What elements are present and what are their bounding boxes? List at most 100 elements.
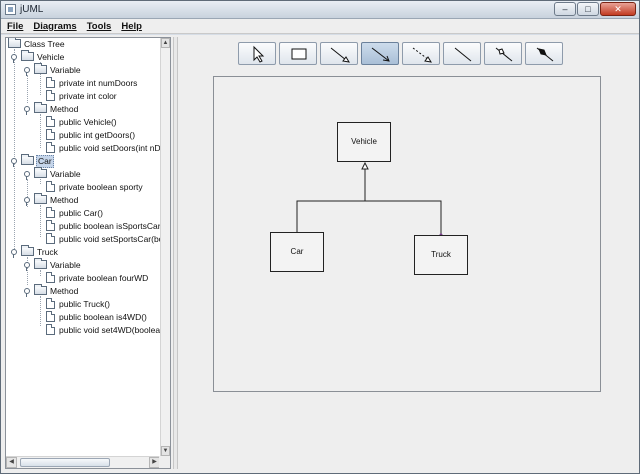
expand-handle-icon[interactable] bbox=[24, 171, 30, 180]
association-tool-button[interactable] bbox=[361, 42, 399, 65]
tree-horizontal-scrollbar[interactable]: ◀ ▶ bbox=[6, 456, 161, 468]
expand-handle-icon[interactable] bbox=[11, 54, 17, 63]
inheritance-tool-button[interactable] bbox=[320, 42, 358, 65]
window-title: jUML bbox=[20, 4, 44, 15]
tree-item[interactable]: public Car() bbox=[46, 207, 104, 220]
class-tool-button[interactable] bbox=[279, 42, 317, 65]
folder-icon bbox=[21, 154, 34, 165]
scroll-corner bbox=[159, 456, 170, 468]
scroll-down-arrow-icon[interactable]: ▼ bbox=[161, 446, 170, 456]
file-icon bbox=[46, 142, 55, 153]
filled-diamond-line-icon bbox=[536, 47, 554, 62]
file-icon bbox=[46, 298, 55, 309]
aggregation-tool-button[interactable] bbox=[484, 42, 522, 65]
rectangle-icon bbox=[291, 48, 307, 60]
expand-handle-icon[interactable] bbox=[24, 288, 30, 297]
close-button[interactable]: ✕ bbox=[600, 2, 636, 16]
dashed-arrow-line-icon bbox=[412, 47, 432, 63]
tree-variable-folder[interactable]: Variable bbox=[34, 167, 82, 181]
tree-line bbox=[40, 114, 41, 148]
file-icon bbox=[46, 311, 55, 322]
minimize-button[interactable]: – bbox=[554, 2, 576, 16]
folder-icon bbox=[34, 63, 47, 74]
line-tool-button[interactable] bbox=[443, 42, 481, 65]
expand-handle-icon[interactable] bbox=[24, 197, 30, 206]
class-tree: Class Tree Vehicle Variable private int … bbox=[6, 38, 170, 456]
uml-class-truck[interactable]: Truck bbox=[414, 235, 468, 275]
plain-line-icon bbox=[454, 47, 472, 62]
tree-item[interactable]: public int getDoors() bbox=[46, 129, 136, 142]
tree-variable-folder[interactable]: Variable bbox=[34, 258, 82, 272]
menu-tools[interactable]: Tools bbox=[87, 21, 112, 32]
uml-class-vehicle[interactable]: Vehicle bbox=[337, 122, 391, 162]
tree-item[interactable]: public Truck() bbox=[46, 298, 111, 311]
folder-icon bbox=[34, 193, 47, 204]
tree-item[interactable]: public Vehicle() bbox=[46, 116, 118, 129]
scroll-left-arrow-icon[interactable]: ◀ bbox=[6, 457, 17, 468]
composition-tool-button[interactable] bbox=[525, 42, 563, 65]
folder-icon bbox=[21, 245, 34, 256]
app-window: jUML – □ ✕ File Diagrams Tools Help Clas… bbox=[0, 0, 640, 474]
arrow-line-icon bbox=[371, 47, 390, 62]
tree-line bbox=[40, 205, 41, 237]
tree-item[interactable]: private boolean sporty bbox=[46, 181, 144, 194]
diagram-toolbar bbox=[238, 42, 563, 65]
folder-icon bbox=[34, 258, 47, 269]
tree-root[interactable]: Class Tree bbox=[8, 38, 66, 51]
arrow-pointer-icon bbox=[253, 45, 265, 63]
tree-item[interactable]: public void setDoors(int nDoo bbox=[46, 142, 170, 155]
tree-method-folder[interactable]: Method bbox=[34, 284, 79, 298]
menu-bar: File Diagrams Tools Help bbox=[1, 19, 639, 34]
tree-line bbox=[14, 49, 15, 251]
dependency-tool-button[interactable] bbox=[402, 42, 440, 65]
maximize-button[interactable]: □ bbox=[577, 2, 599, 16]
tree-method-folder[interactable]: Method bbox=[34, 102, 79, 116]
tree-item[interactable]: private boolean fourWD bbox=[46, 272, 149, 285]
window-controls: – □ ✕ bbox=[554, 2, 636, 16]
uml-class-car[interactable]: Car bbox=[270, 232, 324, 272]
hollow-diamond-line-icon bbox=[495, 47, 513, 62]
expand-handle-icon[interactable] bbox=[11, 249, 17, 258]
tree-item[interactable]: public void setSportsCar(bo bbox=[46, 233, 164, 246]
file-icon bbox=[46, 233, 55, 244]
tree-variable-folder[interactable]: Variable bbox=[34, 63, 82, 77]
select-tool-button[interactable] bbox=[238, 42, 276, 65]
tree-line bbox=[27, 75, 28, 103]
title-bar[interactable]: jUML – □ ✕ bbox=[1, 1, 639, 19]
scroll-up-arrow-icon[interactable]: ▲ bbox=[161, 38, 170, 48]
folder-icon bbox=[34, 102, 47, 113]
file-icon bbox=[46, 116, 55, 127]
file-icon bbox=[46, 90, 55, 101]
file-icon bbox=[46, 181, 55, 192]
client-area: Class Tree Vehicle Variable private int … bbox=[1, 35, 639, 473]
tree-item[interactable]: private int numDoors bbox=[46, 77, 138, 90]
app-icon bbox=[5, 4, 16, 15]
tree-vertical-scrollbar[interactable]: ▲ ▼ bbox=[160, 38, 170, 456]
folder-icon bbox=[34, 284, 47, 295]
diagram-canvas[interactable]: Vehicle Car Truck bbox=[213, 76, 601, 392]
tree-item[interactable]: public boolean isSportsCar bbox=[46, 220, 162, 233]
scroll-thumb[interactable] bbox=[20, 458, 110, 467]
menu-file[interactable]: File bbox=[7, 21, 23, 32]
class-tree-panel[interactable]: Class Tree Vehicle Variable private int … bbox=[5, 37, 171, 469]
file-icon bbox=[46, 324, 55, 335]
menu-diagrams[interactable]: Diagrams bbox=[33, 21, 76, 32]
file-icon bbox=[46, 272, 55, 283]
tree-item[interactable]: public void set4WD(boolean bbox=[46, 324, 166, 337]
folder-icon bbox=[8, 38, 21, 48]
expand-handle-icon[interactable] bbox=[24, 106, 30, 115]
tree-class-vehicle[interactable]: Vehicle bbox=[21, 50, 65, 64]
file-icon bbox=[46, 220, 55, 231]
menu-help[interactable]: Help bbox=[121, 21, 142, 32]
expand-handle-icon[interactable] bbox=[11, 158, 17, 167]
tree-item[interactable]: public boolean is4WD() bbox=[46, 311, 148, 324]
diagram-editor: Vehicle Car Truck bbox=[180, 35, 639, 473]
tree-method-folder[interactable]: Method bbox=[34, 193, 79, 207]
expand-handle-icon[interactable] bbox=[24, 262, 30, 271]
tree-line bbox=[40, 296, 41, 326]
folder-icon bbox=[34, 167, 47, 178]
tree-item[interactable]: private int color bbox=[46, 90, 118, 103]
expand-handle-icon[interactable] bbox=[24, 67, 30, 76]
file-icon bbox=[46, 207, 55, 218]
split-pane-divider[interactable] bbox=[173, 37, 178, 469]
